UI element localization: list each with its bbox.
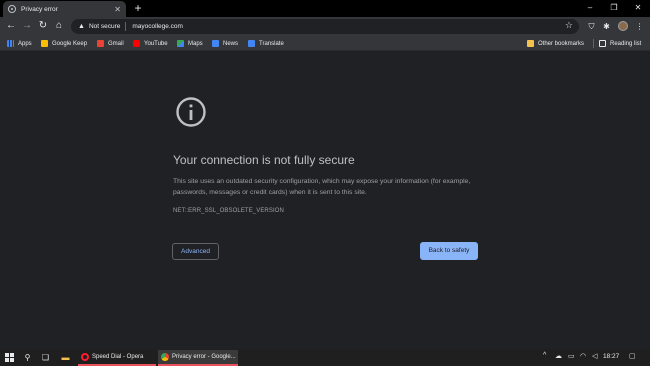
- bookmark-news[interactable]: News: [212, 38, 238, 49]
- back-to-safety-button[interactable]: Back to safety: [420, 242, 478, 260]
- bookmark-label: YouTube: [144, 40, 168, 47]
- error-code: NET::ERR_SSL_OBSOLETE_VERSION: [173, 208, 284, 214]
- interstitial-page: Your connection is not fully secure This…: [0, 52, 650, 349]
- task-view-icon[interactable]: ❏: [40, 352, 51, 363]
- page-heading: Your connection is not fully secure: [173, 153, 355, 167]
- tray-chevron-icon[interactable]: ^: [543, 352, 546, 359]
- info-icon: [176, 97, 206, 127]
- reading-list-icon: [599, 40, 606, 47]
- bookmark-label: Translate: [259, 40, 284, 47]
- omnibox-separator: [125, 22, 127, 31]
- other-bookmarks-label: Other bookmarks: [538, 40, 585, 47]
- bookmarks-separator: [593, 39, 594, 48]
- forward-button[interactable]: →: [20, 19, 34, 33]
- bookmark-apps[interactable]: Apps: [7, 38, 32, 49]
- bookmark-label: Maps: [188, 40, 203, 47]
- reading-list-label: Reading list: [610, 40, 642, 47]
- start-button[interactable]: [4, 352, 15, 363]
- opera-icon: [81, 353, 89, 361]
- news-icon: [212, 40, 219, 47]
- browser-toolbar: ← → ↻ ⌂ ▲ Not secure mayocollege.com ☆ ⛉…: [0, 17, 650, 36]
- back-button[interactable]: ←: [4, 19, 18, 33]
- bookmark-label: News: [223, 40, 239, 47]
- network-icon[interactable]: ◠: [580, 352, 586, 360]
- profile-avatar[interactable]: [618, 21, 628, 31]
- notifications-icon[interactable]: ▢: [629, 352, 636, 360]
- close-window-button[interactable]: ✕: [626, 0, 650, 15]
- apps-icon: [7, 40, 14, 47]
- pocket-icon[interactable]: ⛉: [585, 20, 598, 33]
- address-bar[interactable]: ▲ Not secure mayocollege.com ☆: [71, 19, 579, 34]
- warning-triangle-icon[interactable]: ▲: [78, 23, 85, 30]
- page-description: This site uses an outdated security conf…: [173, 178, 471, 196]
- search-icon[interactable]: ⚲: [22, 352, 33, 363]
- file-explorer-icon[interactable]: ▬: [60, 352, 71, 363]
- reload-button[interactable]: ↻: [36, 19, 50, 33]
- bookmark-youtube[interactable]: YouTube: [133, 38, 168, 49]
- tab-title: Privacy error: [21, 5, 58, 13]
- other-bookmarks-folder[interactable]: Other bookmarks: [527, 38, 584, 49]
- security-status-label[interactable]: Not secure: [89, 23, 120, 30]
- bookmark-label: Apps: [18, 40, 32, 47]
- bookmarks-bar: Apps Google Keep Gmail YouTube Maps News…: [0, 36, 650, 51]
- new-tab-button[interactable]: +: [131, 1, 145, 16]
- onedrive-icon[interactable]: ☁: [555, 352, 562, 360]
- youtube-icon: [133, 40, 140, 47]
- windows-logo-icon: [5, 353, 14, 362]
- bookmark-google-keep[interactable]: Google Keep: [41, 38, 87, 49]
- bookmark-translate[interactable]: Translate: [248, 38, 284, 49]
- chrome-icon: [161, 353, 169, 361]
- battery-icon[interactable]: ▭: [568, 352, 575, 360]
- globe-icon: [8, 5, 16, 13]
- system-clock[interactable]: 18:27: [603, 353, 619, 360]
- reading-list-button[interactable]: Reading list: [599, 38, 641, 49]
- windows-taskbar: ⚲ ❏ ▬ Speed Dial - Opera Privacy error -…: [0, 349, 650, 366]
- taskbar-app-chrome[interactable]: Privacy error - Google...: [158, 350, 238, 366]
- tab-strip: Privacy error ✕ + – ❐ ✕: [0, 0, 650, 17]
- restore-button[interactable]: ❐: [602, 0, 626, 15]
- bookmark-star-icon[interactable]: ☆: [565, 20, 573, 31]
- taskbar-app-opera[interactable]: Speed Dial - Opera: [78, 350, 156, 366]
- google-keep-icon: [41, 40, 48, 47]
- tab-privacy-error[interactable]: Privacy error ✕: [3, 1, 126, 17]
- taskbar-app-label: Speed Dial - Opera: [92, 354, 144, 360]
- bookmark-label: Gmail: [108, 40, 124, 47]
- url-text[interactable]: mayocollege.com: [132, 23, 183, 30]
- extensions-icon[interactable]: ✱: [600, 20, 613, 33]
- menu-icon[interactable]: ⋮: [633, 20, 646, 33]
- maps-icon: [177, 40, 184, 47]
- minimize-button[interactable]: –: [578, 0, 602, 15]
- bookmark-maps[interactable]: Maps: [177, 38, 203, 49]
- tab-close-icon[interactable]: ✕: [114, 5, 121, 14]
- volume-icon[interactable]: ◁: [592, 352, 597, 360]
- home-button[interactable]: ⌂: [52, 19, 66, 33]
- translate-icon: [248, 40, 255, 47]
- bookmark-label: Google Keep: [52, 40, 88, 47]
- folder-icon: [527, 40, 534, 47]
- taskbar-app-label: Privacy error - Google...: [172, 354, 236, 360]
- gmail-icon: [97, 40, 104, 47]
- advanced-button[interactable]: Advanced: [172, 243, 219, 260]
- bookmark-gmail[interactable]: Gmail: [97, 38, 124, 49]
